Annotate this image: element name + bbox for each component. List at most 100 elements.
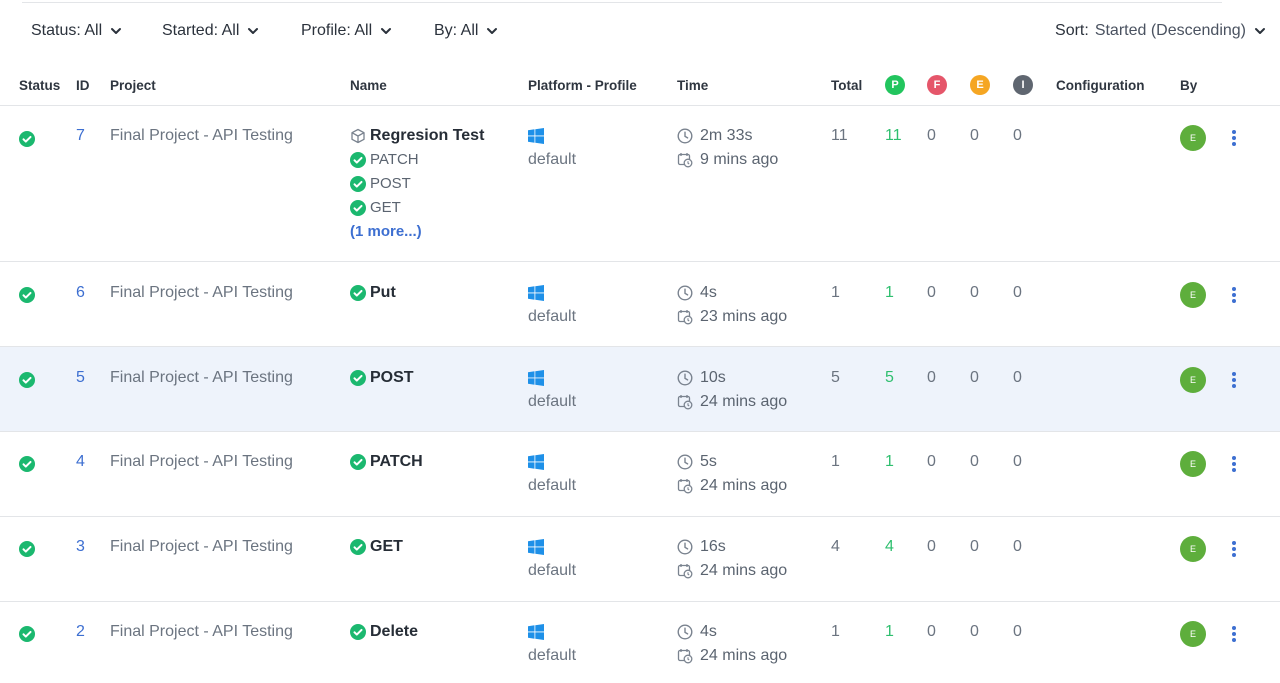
started-ago: 9 mins ago bbox=[700, 151, 779, 168]
run-name[interactable]: Delete bbox=[350, 620, 418, 644]
error-count: 0 bbox=[970, 369, 979, 386]
project-name: Final Project - API Testing bbox=[110, 453, 293, 470]
run-name[interactable]: Regresion Test bbox=[350, 124, 484, 148]
table-row[interactable]: 6 Final Project - API Testing Put defaul… bbox=[0, 262, 1280, 347]
windows-icon bbox=[528, 454, 544, 470]
started-filter-label: Started: All bbox=[162, 22, 240, 39]
run-name-cell: Delete bbox=[350, 620, 418, 644]
avatar[interactable]: E bbox=[1180, 125, 1206, 151]
run-name-label: Put bbox=[370, 284, 396, 301]
calendar-clock-icon bbox=[677, 649, 693, 664]
error-count: 0 bbox=[970, 538, 979, 555]
run-name[interactable]: GET bbox=[350, 535, 403, 559]
profile-filter[interactable]: Profile: All bbox=[301, 22, 394, 40]
sort-label: Sort: bbox=[1055, 22, 1089, 39]
more-options-icon[interactable] bbox=[1226, 625, 1242, 643]
profile-name: default bbox=[528, 393, 577, 410]
time-cell: 10s 24 mins ago bbox=[677, 366, 787, 414]
error-badge: E bbox=[970, 75, 990, 95]
profile-name: default bbox=[528, 647, 577, 664]
failed-count: 0 bbox=[927, 127, 936, 144]
more-options-icon[interactable] bbox=[1226, 455, 1242, 473]
sort-dropdown[interactable]: Sort: Started (Descending) bbox=[1055, 22, 1268, 40]
top-divider bbox=[22, 2, 1222, 3]
column-time[interactable]: Time bbox=[677, 78, 708, 93]
platform-profile-cell: default bbox=[528, 535, 576, 583]
column-status[interactable]: Status bbox=[19, 78, 60, 93]
table-row[interactable]: 4 Final Project - API Testing PATCH defa… bbox=[0, 432, 1280, 517]
time-cell: 16s 24 mins ago bbox=[677, 535, 787, 583]
more-options-icon[interactable] bbox=[1226, 129, 1242, 147]
check-circle-icon bbox=[350, 624, 366, 640]
sub-test-item[interactable]: GET bbox=[350, 196, 484, 220]
calendar-clock-icon bbox=[677, 564, 693, 579]
check-circle-icon bbox=[19, 626, 35, 642]
calendar-clock-icon bbox=[677, 153, 693, 168]
column-id[interactable]: ID bbox=[76, 78, 90, 93]
check-circle-icon bbox=[350, 539, 366, 555]
run-name[interactable]: Put bbox=[350, 281, 396, 305]
column-platform-profile[interactable]: Platform - Profile bbox=[528, 78, 637, 93]
started-ago: 24 mins ago bbox=[700, 477, 788, 494]
column-configuration[interactable]: Configuration bbox=[1056, 78, 1144, 93]
run-name[interactable]: PATCH bbox=[350, 450, 423, 474]
calendar-clock-icon bbox=[677, 395, 693, 410]
run-id-link[interactable]: 6 bbox=[76, 281, 85, 305]
duration: 16s bbox=[700, 538, 726, 555]
table-row[interactable]: 5 Final Project - API Testing POST defau… bbox=[0, 347, 1280, 432]
by-filter-label: By: All bbox=[434, 22, 479, 39]
run-name-label: POST bbox=[370, 369, 414, 386]
chevron-down-icon bbox=[487, 28, 498, 34]
project-name: Final Project - API Testing bbox=[110, 538, 293, 555]
time-cell: 5s 24 mins ago bbox=[677, 450, 787, 498]
passed-count: 11 bbox=[885, 127, 902, 144]
time-cell: 2m 33s 9 mins ago bbox=[677, 124, 778, 172]
column-by[interactable]: By bbox=[1180, 78, 1197, 93]
more-options-icon[interactable] bbox=[1226, 286, 1242, 304]
clock-icon bbox=[677, 370, 693, 386]
clock-icon bbox=[677, 128, 693, 144]
run-id-link[interactable]: 3 bbox=[76, 535, 85, 559]
passed-count: 1 bbox=[885, 453, 894, 470]
avatar[interactable]: E bbox=[1180, 451, 1206, 477]
check-circle-icon bbox=[350, 454, 366, 470]
check-circle-icon bbox=[350, 370, 366, 386]
table-row[interactable]: 7 Final Project - API Testing Regresion … bbox=[0, 106, 1280, 262]
chevron-down-icon bbox=[111, 28, 122, 34]
run-id-link[interactable]: 2 bbox=[76, 620, 85, 644]
run-name-cell: PATCH bbox=[350, 450, 423, 474]
clock-icon bbox=[677, 454, 693, 470]
sub-test-item[interactable]: POST bbox=[350, 172, 484, 196]
run-name-cell: GET bbox=[350, 535, 403, 559]
sub-test-item[interactable]: PATCH bbox=[350, 148, 484, 172]
avatar[interactable]: E bbox=[1180, 282, 1206, 308]
run-id-link[interactable]: 7 bbox=[76, 124, 85, 148]
column-name[interactable]: Name bbox=[350, 78, 387, 93]
project-name: Final Project - API Testing bbox=[110, 369, 293, 386]
incomplete-count: 0 bbox=[1013, 623, 1022, 640]
avatar[interactable]: E bbox=[1180, 536, 1206, 562]
profile-name: default bbox=[528, 151, 577, 168]
more-link[interactable]: (1 more...) bbox=[350, 220, 484, 244]
more-options-icon[interactable] bbox=[1226, 371, 1242, 389]
table-row[interactable]: 2 Final Project - API Testing Delete def… bbox=[0, 602, 1280, 683]
incomplete-count: 0 bbox=[1013, 369, 1022, 386]
by-filter[interactable]: By: All bbox=[434, 22, 500, 40]
column-total[interactable]: Total bbox=[831, 78, 862, 93]
started-ago: 24 mins ago bbox=[700, 562, 788, 579]
avatar[interactable]: E bbox=[1180, 621, 1206, 647]
check-circle-icon bbox=[19, 372, 35, 388]
total-count: 11 bbox=[831, 127, 848, 144]
avatar[interactable]: E bbox=[1180, 367, 1206, 393]
started-filter[interactable]: Started: All bbox=[162, 22, 261, 40]
table-row[interactable]: 3 Final Project - API Testing GET defaul… bbox=[0, 517, 1280, 602]
run-name-cell: POST bbox=[350, 366, 414, 390]
incomplete-count: 0 bbox=[1013, 538, 1022, 555]
status-filter[interactable]: Status: All bbox=[31, 22, 124, 40]
duration: 4s bbox=[700, 623, 717, 640]
column-project[interactable]: Project bbox=[110, 78, 156, 93]
run-id-link[interactable]: 5 bbox=[76, 366, 85, 390]
more-options-icon[interactable] bbox=[1226, 540, 1242, 558]
run-name[interactable]: POST bbox=[350, 366, 414, 390]
run-id-link[interactable]: 4 bbox=[76, 450, 85, 474]
